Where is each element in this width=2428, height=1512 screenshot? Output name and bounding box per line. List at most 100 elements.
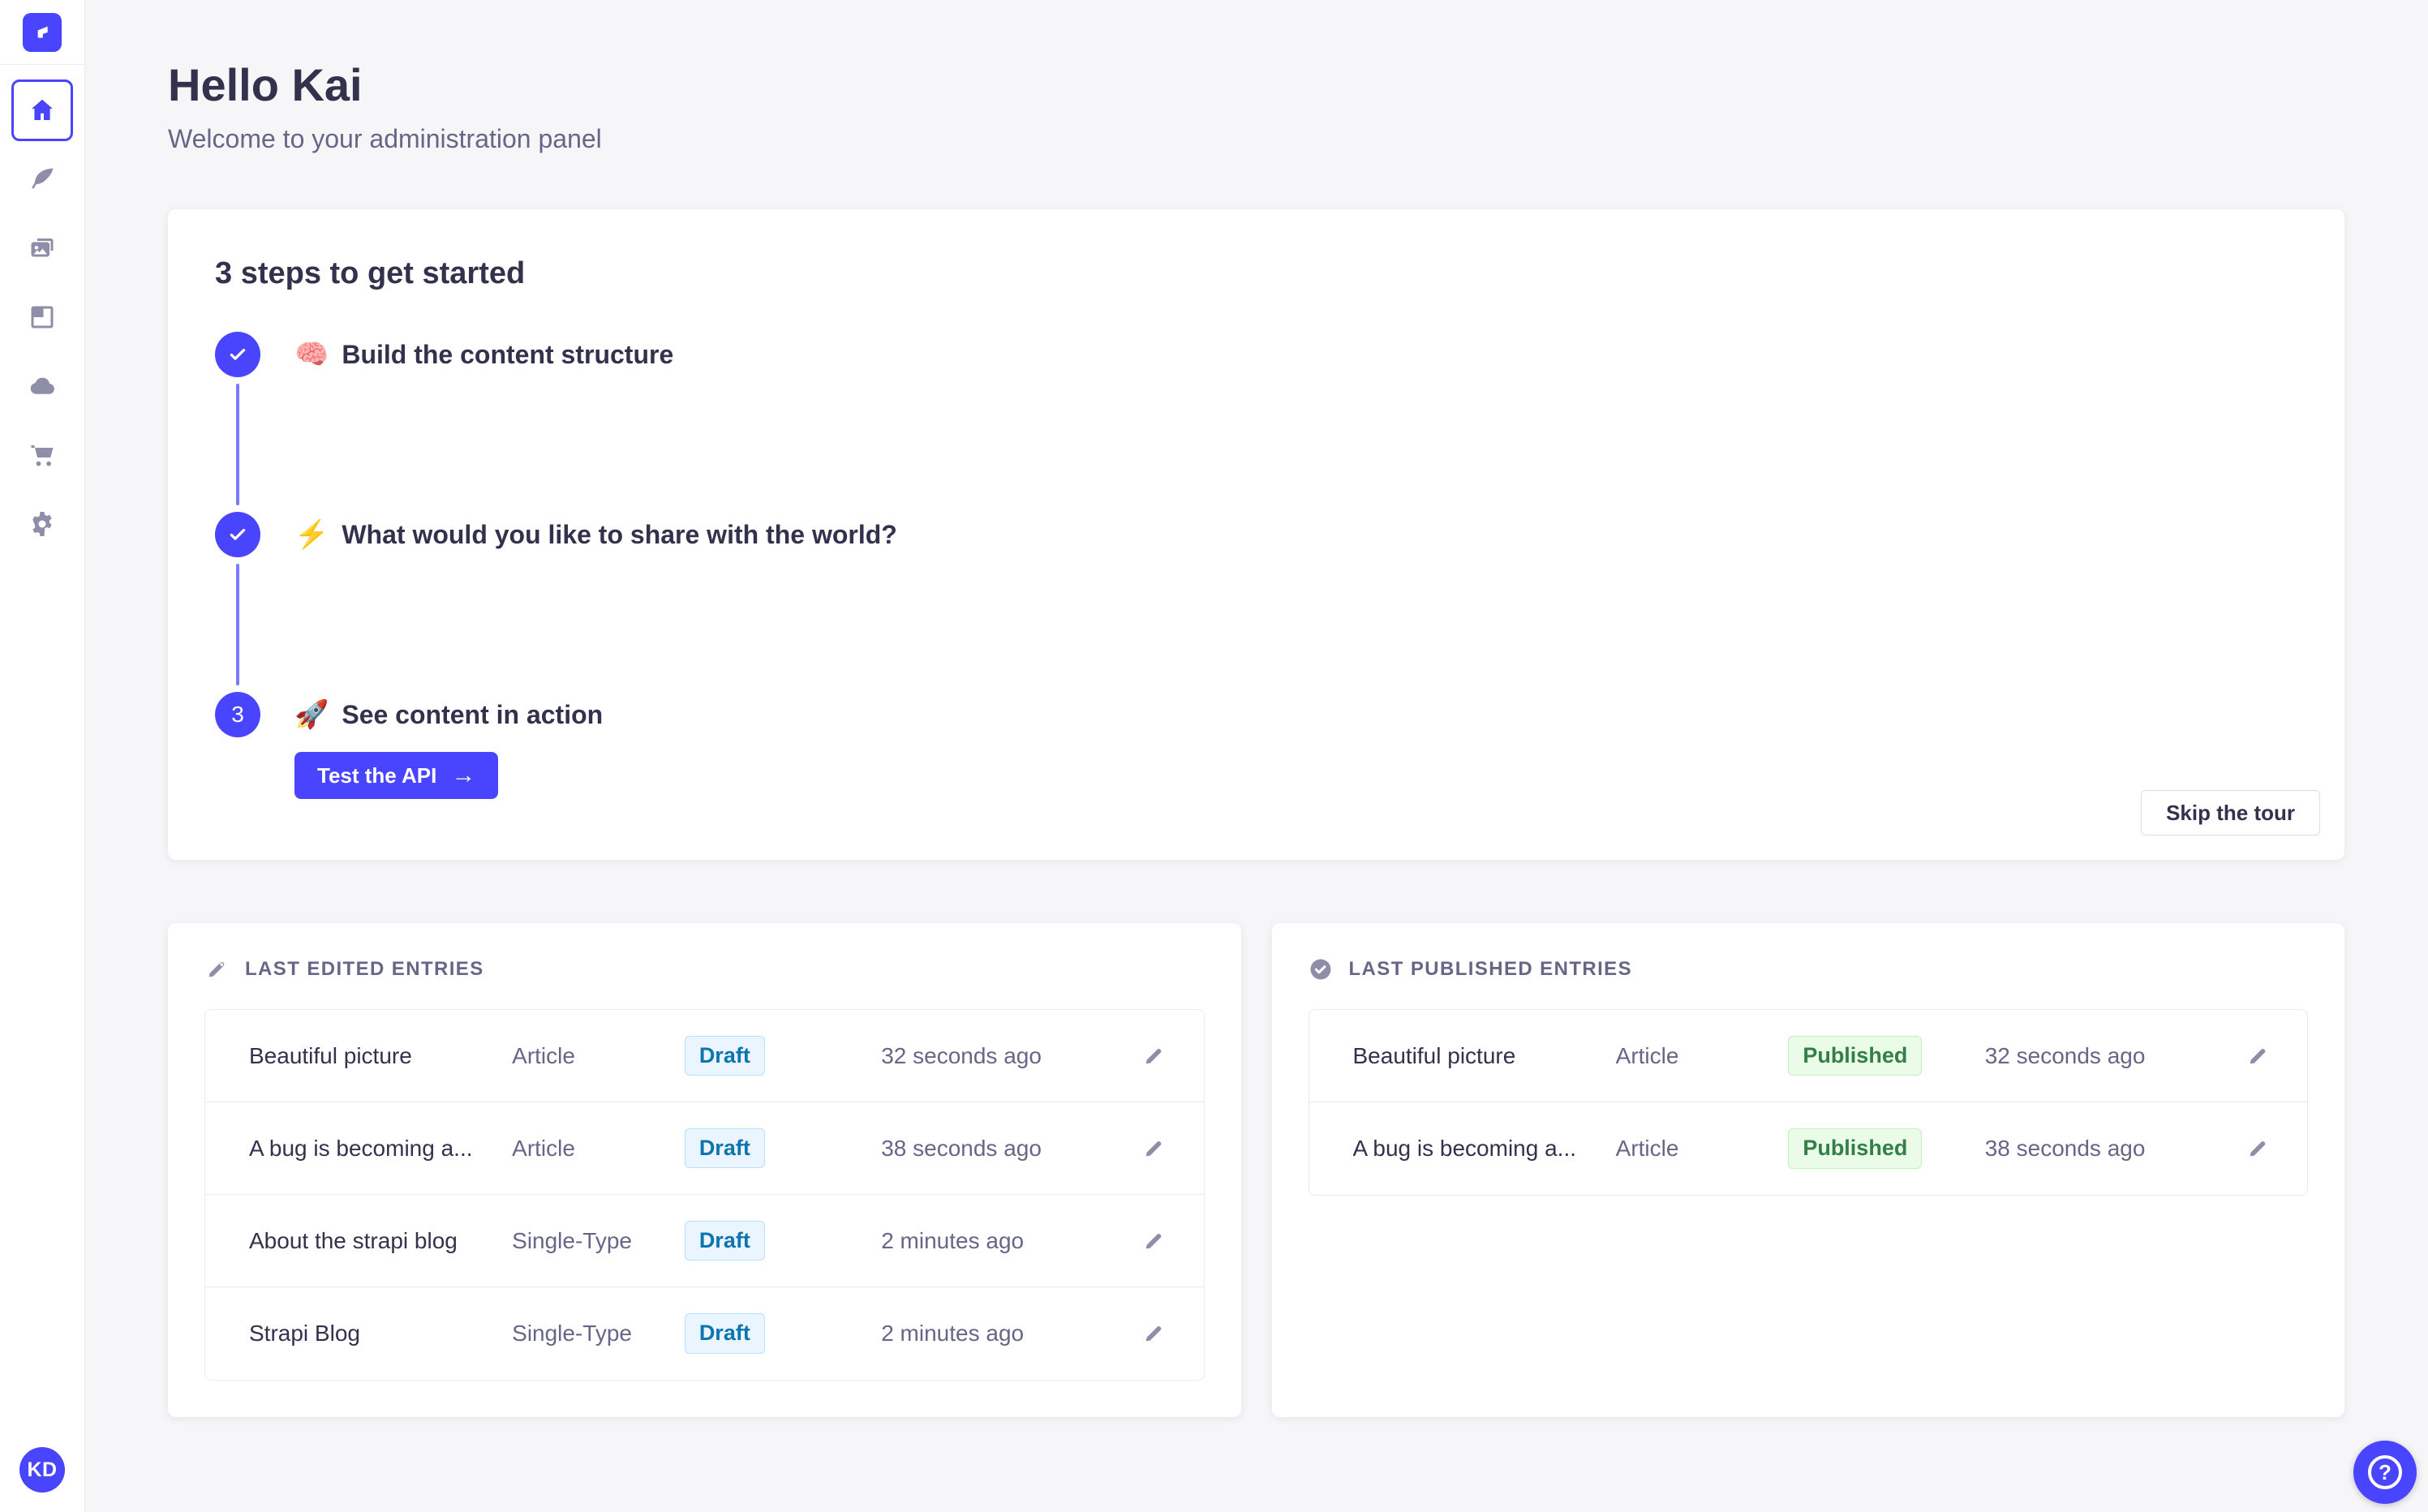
edit-entry-button[interactable]: [1141, 1044, 1166, 1068]
last-published-widget: LAST PUBLISHED ENTRIES Beautiful picture…: [1271, 923, 2344, 1417]
step-3-label: See content in action: [342, 699, 604, 729]
entry-time: 2 minutes ago: [881, 1227, 1025, 1253]
sidebar-item-home[interactable]: [11, 79, 73, 141]
entry-title: A bug is becoming a...: [1352, 1136, 1577, 1161]
last-edited-title: LAST EDITED ENTRIES: [245, 958, 484, 980]
check-icon: [230, 348, 246, 360]
step-1-label: Build the content structure: [342, 339, 674, 369]
pencil-icon: [1146, 1233, 1162, 1248]
entry-type: Article: [512, 1042, 575, 1068]
entry-type: Single-Type: [512, 1321, 633, 1346]
sidebar-item-settings[interactable]: [11, 493, 73, 555]
tour-step-1: 🧠 Build the content structure: [215, 332, 2299, 512]
step-3-number-circle: 3: [215, 692, 260, 737]
status-badge: Draft: [684, 1313, 765, 1354]
lightning-emoji-icon: ⚡: [294, 519, 329, 550]
entry-time: 38 seconds ago: [1984, 1136, 2146, 1161]
sidebar-item-content-manager[interactable]: [11, 148, 73, 210]
step-1-header[interactable]: 🧠 Build the content structure: [294, 332, 2299, 377]
pencil-icon: [1146, 1140, 1162, 1156]
test-api-button[interactable]: Test the API →: [294, 752, 499, 799]
check-circle-icon: [1310, 959, 1330, 980]
check-icon: [230, 528, 246, 540]
main-content: Hello Kai Welcome to your administration…: [85, 0, 2428, 1417]
step-connector-line: [236, 564, 239, 685]
media-library-icon: [31, 238, 54, 257]
getting-started-card: 3 steps to get started 🧠 Build the conte…: [168, 209, 2344, 860]
entry-time: 38 seconds ago: [881, 1135, 1042, 1161]
sidebar-nav: [11, 79, 73, 555]
last-edited-widget: LAST EDITED ENTRIES Beautiful picture Ar…: [168, 923, 1241, 1417]
question-mark-icon: ?: [2368, 1455, 2402, 1489]
step-2-rail: [215, 512, 260, 692]
sidebar-item-cloud[interactable]: [11, 355, 73, 417]
shopping-cart-icon: [31, 445, 54, 466]
pencil-icon: [208, 962, 225, 977]
step-1-rail: [215, 332, 260, 512]
entry-type: Article: [1615, 1042, 1679, 1068]
pencil-icon: [1146, 1326, 1162, 1342]
status-badge: Draft: [684, 1035, 765, 1076]
sidebar-item-content-type-builder[interactable]: [11, 286, 73, 348]
table-row: A bug is becoming a... Article Published…: [1309, 1102, 2308, 1195]
edit-entry-button[interactable]: [1141, 1321, 1166, 1346]
page-title: Hello Kai: [168, 59, 363, 110]
entry-time: 32 seconds ago: [881, 1042, 1042, 1068]
tour-step-3: 3 🚀 See content in action Test the API →: [215, 692, 2299, 799]
entry-title: Strapi Blog: [249, 1321, 360, 1346]
sidebar: KD: [0, 0, 85, 1512]
arrow-right-icon: →: [451, 762, 476, 788]
last-edited-table: Beautiful picture Article Draft 32 secon…: [204, 1009, 1205, 1381]
layout-icon: [31, 306, 54, 329]
entry-type: Article: [1615, 1136, 1679, 1161]
pencil-icon: [1146, 1048, 1162, 1063]
edit-entry-button[interactable]: [1141, 1229, 1166, 1253]
status-badge: Draft: [684, 1128, 765, 1169]
edit-entry-button[interactable]: [2245, 1044, 2270, 1068]
sidebar-item-marketplace[interactable]: [11, 424, 73, 486]
widgets-row: LAST EDITED ENTRIES Beautiful picture Ar…: [168, 923, 2344, 1417]
user-avatar[interactable]: KD: [19, 1447, 65, 1493]
status-badge: Draft: [684, 1220, 765, 1261]
strapi-logo[interactable]: [23, 13, 62, 52]
page-header: Hello Kai Welcome to your administration…: [168, 58, 2344, 154]
sidebar-item-media-library[interactable]: [11, 217, 73, 279]
entry-type: Single-Type: [512, 1227, 633, 1253]
step-1-body: 🧠 Build the content structure: [294, 332, 2299, 512]
step-connector-line: [236, 384, 239, 505]
rocket-emoji-icon: 🚀: [294, 699, 329, 730]
tour-title: 3 steps to get started: [215, 256, 526, 290]
step-3-body: 🚀 See content in action Test the API →: [294, 692, 2299, 799]
last-published-title: LAST PUBLISHED ENTRIES: [1348, 958, 1632, 980]
help-button[interactable]: ?: [2353, 1441, 2417, 1504]
pencil-icon: [2250, 1141, 2266, 1157]
step-3-header[interactable]: 🚀 See content in action: [294, 692, 2299, 737]
test-api-button-label: Test the API: [317, 762, 437, 788]
entry-time: 2 minutes ago: [881, 1321, 1025, 1346]
last-published-header: LAST PUBLISHED ENTRIES: [1309, 957, 2309, 982]
cloud-icon: [30, 377, 54, 394]
status-badge: Published: [1788, 1128, 1923, 1169]
gear-icon: [32, 512, 52, 536]
entry-title: A bug is becoming a...: [249, 1135, 473, 1161]
step-3-rail: 3: [215, 692, 260, 799]
table-row: Strapi Blog Single-Type Draft 2 minutes …: [205, 1287, 1204, 1380]
table-row: Beautiful picture Article Draft 32 secon…: [205, 1010, 1204, 1102]
table-row: A bug is becoming a... Article Draft 38 …: [205, 1102, 1204, 1195]
brain-emoji-icon: 🧠: [294, 339, 329, 370]
step-2-header[interactable]: ⚡ What would you like to share with the …: [294, 512, 2299, 557]
step-2-label: What would you like to share with the wo…: [342, 519, 897, 549]
page-subtitle: Welcome to your administration panel: [168, 124, 602, 153]
edit-entry-button[interactable]: [2245, 1136, 2270, 1161]
skip-tour-button[interactable]: Skip the tour: [2141, 790, 2320, 835]
edit-entry-button[interactable]: [1141, 1136, 1166, 1161]
entry-title: About the strapi blog: [249, 1227, 458, 1253]
last-published-table: Beautiful picture Article Published 32 s…: [1308, 1009, 2308, 1196]
step-2-body: ⚡ What would you like to share with the …: [294, 512, 2299, 692]
table-row: Beautiful picture Article Published 32 s…: [1309, 1010, 2307, 1102]
entry-title: Beautiful picture: [249, 1042, 412, 1068]
step-2-status-circle: [215, 512, 260, 557]
sidebar-divider: [0, 64, 85, 65]
last-edited-header: LAST EDITED ENTRIES: [204, 957, 1205, 982]
home-icon: [32, 99, 53, 120]
